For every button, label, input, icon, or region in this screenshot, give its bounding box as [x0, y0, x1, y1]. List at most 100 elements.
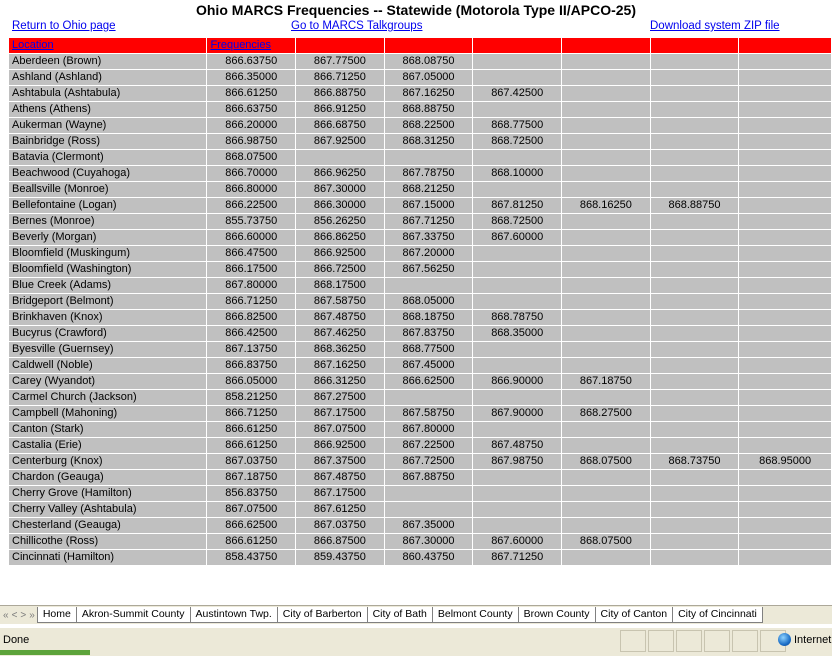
table-row: Beverly (Morgan) 866.60000 866.86250 867.33…	[9, 230, 831, 245]
sheet-tab[interactable]: City of Canton	[594, 607, 674, 623]
sheet-tab[interactable]: City of Bath	[366, 607, 433, 623]
sheet-tab[interactable]: City of Barberton	[276, 607, 368, 623]
frequency-cell: 867.07500	[207, 502, 296, 517]
sheet-nav-arrow-icon[interactable]: »	[29, 610, 35, 621]
frequency-cell	[562, 102, 650, 117]
frequency-cell: 867.56250	[384, 262, 473, 277]
sheet-tab[interactable]: Brown County	[517, 607, 596, 623]
frequency-cell	[739, 390, 831, 405]
table-row: Carmel Church (Jackson) 858.21250 867.2750…	[9, 390, 831, 405]
frequency-cell	[739, 518, 831, 533]
frequency-cell: 867.48750	[296, 310, 384, 325]
frequency-cell: 866.83750	[207, 358, 296, 373]
sheet-tab[interactable]: Akron-Summit County	[75, 607, 191, 623]
sheet-nav-arrow-icon[interactable]: «	[3, 610, 9, 621]
frequency-cell	[473, 70, 562, 85]
frequency-cell: 868.31250	[384, 134, 473, 149]
location-header-link[interactable]: Location	[12, 39, 54, 51]
frequency-cell	[473, 342, 562, 357]
table-row: Aukerman (Wayne) 866.20000 866.68750 868.22…	[9, 118, 831, 133]
sheet-nav-arrow-icon[interactable]: <	[12, 610, 18, 621]
download-link[interactable]: Download system ZIP file	[650, 20, 780, 32]
frequency-cell: 867.48750	[296, 470, 384, 485]
table-row: Bloomfield (Muskingum) 866.47500 866.92500…	[9, 246, 831, 261]
frequency-cell	[650, 70, 739, 85]
table-row: Chesterland (Geauga) 866.62500 867.03750 86…	[9, 518, 831, 533]
status-pane	[676, 630, 702, 652]
frequency-cell	[650, 150, 739, 165]
frequency-cell: 866.61250	[207, 534, 296, 549]
table-row: Bainbridge (Ross) 866.98750 867.92500 868.3…	[9, 134, 831, 149]
frequency-cell	[473, 182, 562, 197]
frequency-cell	[739, 294, 831, 309]
frequency-cell	[739, 230, 831, 245]
frequency-cell: 868.18750	[384, 310, 473, 325]
zone-label: Internet	[794, 633, 832, 646]
table-row: Campbell (Mahoning) 866.71250 867.17500 867…	[9, 406, 831, 421]
frequency-cell	[739, 342, 831, 357]
frequency-cell: 867.37500	[296, 454, 384, 469]
frequency-cell	[473, 486, 562, 501]
frequency-cell	[739, 502, 831, 517]
frequency-cell: 867.30000	[384, 534, 473, 549]
frequency-cell	[650, 214, 739, 229]
frequency-cell: 866.17500	[207, 262, 296, 277]
security-zone[interactable]: Internet	[778, 633, 831, 646]
frequency-cell	[473, 54, 562, 69]
frequency-cell: 868.88750	[384, 102, 473, 117]
frequency-cell: 866.20000	[207, 118, 296, 133]
sheet-tab[interactable]: City of Cincinnati	[672, 607, 763, 623]
frequency-cell: 868.77500	[384, 342, 473, 357]
frequency-cell	[562, 438, 650, 453]
table-row: Bernes (Monroe) 855.73750 856.26250 867.712…	[9, 214, 831, 229]
frequency-cell	[650, 278, 739, 293]
sheet-tab[interactable]: Belmont County	[431, 607, 519, 623]
frequency-cell	[562, 262, 650, 277]
frequency-cell	[562, 326, 650, 341]
frequency-cell: 867.83750	[384, 326, 473, 341]
frequency-cell	[739, 550, 831, 565]
frequency-cell	[473, 246, 562, 261]
frequency-cell: 859.43750	[296, 550, 384, 565]
frequency-cell: 867.22500	[384, 438, 473, 453]
frequency-cell: 866.80000	[207, 182, 296, 197]
frequency-cell: 867.81250	[473, 198, 562, 213]
return-link[interactable]: Return to Ohio page	[12, 20, 116, 32]
frequency-cell: 866.88750	[296, 86, 384, 101]
frequency-cell	[473, 102, 562, 117]
frequency-cell	[739, 70, 831, 85]
table-row: Carey (Wyandot) 866.05000 866.31250 866.625…	[9, 374, 831, 389]
frequency-cell	[384, 502, 473, 517]
sheet-nav-arrow-icon[interactable]: >	[20, 610, 26, 621]
table-header-row: Location Frequencies	[9, 38, 831, 53]
talkgroups-link[interactable]: Go to MARCS Talkgroups	[291, 20, 422, 32]
frequency-cell	[739, 182, 831, 197]
table-row: Aberdeen (Brown) 866.63750 867.77500 868.08…	[9, 54, 831, 69]
frequency-cell: 866.62500	[384, 374, 473, 389]
frequencies-header-link[interactable]: Frequencies	[210, 39, 271, 51]
sheet-tab[interactable]: Austintown Twp.	[189, 607, 278, 623]
frequency-cell	[562, 230, 650, 245]
frequency-cell: 867.80000	[384, 422, 473, 437]
sheet-tab-bar: «< >» Home Akron-Summit County Austintown T…	[0, 605, 832, 624]
table-row: Canton (Stark) 866.61250 867.07500 867.8000…	[9, 422, 831, 437]
frequency-cell: 868.07500	[562, 454, 650, 469]
frequency-cell	[473, 470, 562, 485]
frequency-cell: 868.73750	[650, 454, 739, 469]
table-row: Bucyrus (Crawford) 866.42500 867.46250 867.…	[9, 326, 831, 341]
frequency-cell: 867.71250	[473, 550, 562, 565]
frequency-cell	[473, 390, 562, 405]
frequency-cell: 855.73750	[207, 214, 296, 229]
location-cell: Campbell (Mahoning)	[9, 406, 207, 421]
frequency-cell	[562, 358, 650, 373]
frequency-cell	[650, 134, 739, 149]
frequency-cell: 860.43750	[384, 550, 473, 565]
status-pane	[704, 630, 730, 652]
frequency-cell	[739, 534, 831, 549]
frequency-cell: 867.20000	[384, 246, 473, 261]
sheet-tab[interactable]: Home	[36, 607, 77, 623]
frequency-cell	[650, 470, 739, 485]
location-cell: Blue Creek (Adams)	[9, 278, 207, 293]
frequency-cell: 868.27500	[562, 406, 650, 421]
table-row: Centerburg (Knox) 867.03750 867.37500 867.7…	[9, 454, 831, 469]
